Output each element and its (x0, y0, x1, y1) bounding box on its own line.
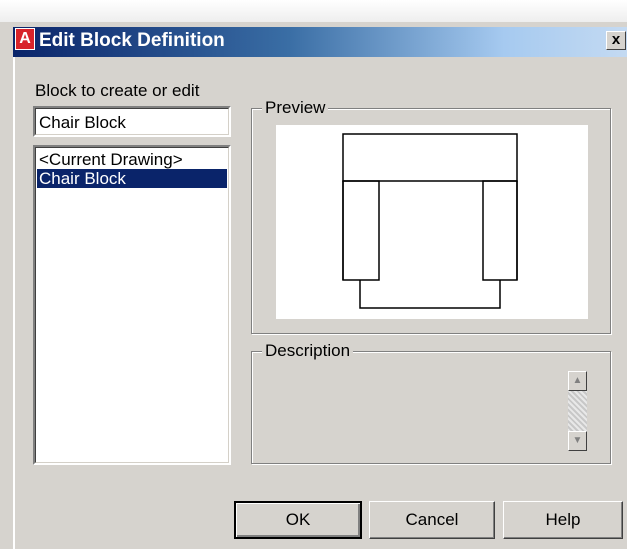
chair-back-shape (342, 133, 518, 182)
chair-left-arm-shape (342, 180, 380, 281)
autocad-app-icon: A (15, 28, 35, 50)
block-name-label: Block to create or edit (35, 81, 200, 100)
block-list[interactable]: <Current Drawing> Chair Block (33, 145, 231, 465)
chair-seat-shape (359, 280, 501, 309)
list-item-chair-block[interactable]: Chair Block (37, 169, 227, 188)
block-name-input[interactable]: Chair Block (33, 106, 231, 137)
preview-group: Preview (251, 98, 611, 334)
list-item-current-drawing[interactable]: <Current Drawing> (37, 150, 227, 169)
description-group: Description ▲ ▼ (251, 341, 611, 464)
dialog-frame-edge (13, 57, 15, 549)
chair-right-arm-shape (482, 180, 518, 281)
scroll-up-button[interactable]: ▲ (568, 371, 587, 391)
preview-canvas (276, 125, 588, 319)
chair-block-drawing (342, 133, 518, 309)
description-text[interactable] (260, 366, 560, 456)
close-button[interactable]: x (606, 31, 626, 50)
cancel-button[interactable]: Cancel (369, 501, 495, 539)
scroll-track[interactable] (568, 391, 587, 431)
title-bar[interactable]: A Edit Block Definition x (13, 27, 627, 57)
close-icon: x (611, 31, 621, 48)
help-button[interactable]: Help (503, 501, 623, 539)
description-label: Description (262, 341, 354, 361)
preview-label: Preview (262, 98, 329, 118)
background-strip (0, 0, 627, 22)
ok-button[interactable]: OK (234, 501, 362, 539)
arrow-down-icon: ▼ (572, 435, 583, 446)
arrow-up-icon: ▲ (572, 375, 583, 386)
scroll-down-button[interactable]: ▼ (568, 431, 587, 451)
window-title: Edit Block Definition (39, 30, 225, 51)
